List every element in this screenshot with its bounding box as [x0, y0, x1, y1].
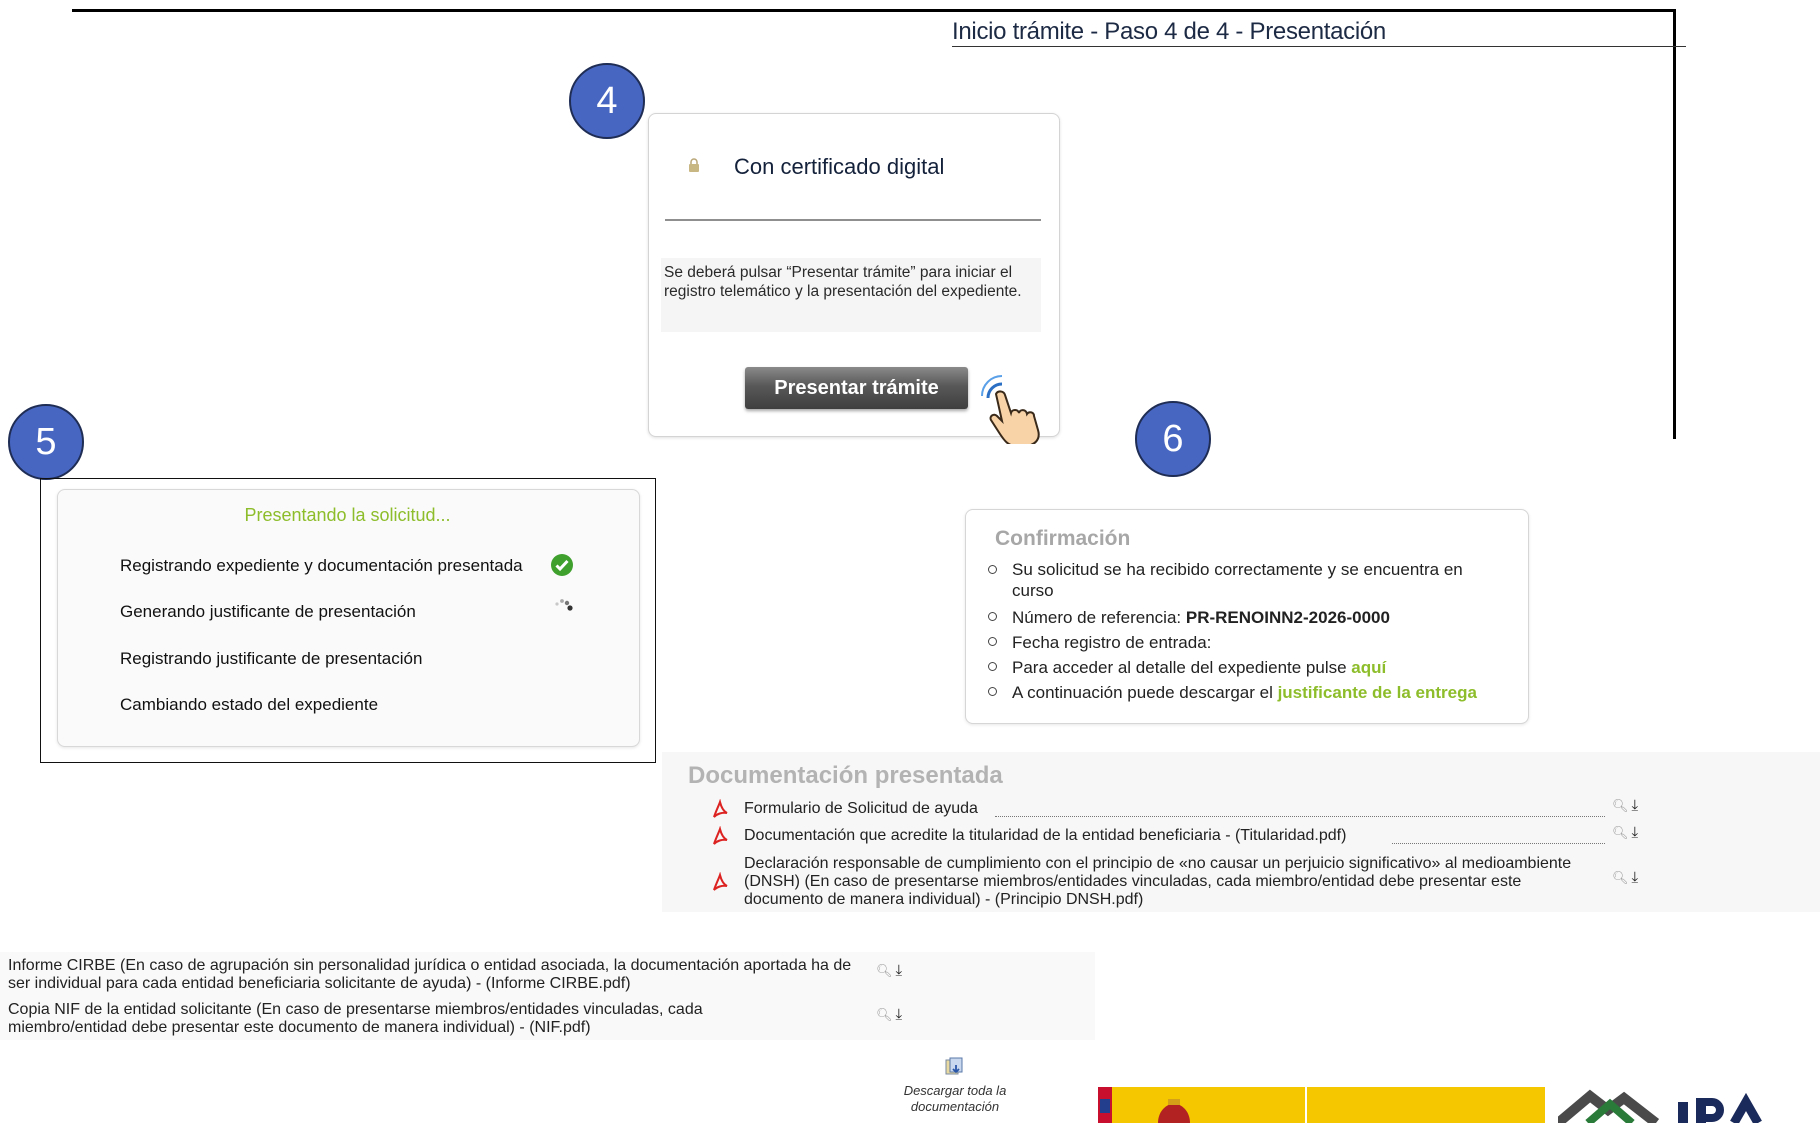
check-circle-icon — [551, 554, 573, 576]
presentar-tramite-button[interactable]: Presentar trámite — [745, 367, 968, 409]
step-badge-5: 5 — [8, 404, 84, 480]
download-icon[interactable]: ⤓ — [1632, 869, 1639, 886]
coat-of-arms-icon — [1158, 1099, 1190, 1123]
download-all-link[interactable]: Descargar toda la documentación — [880, 1083, 1030, 1115]
lock-icon — [689, 158, 699, 172]
instruction-text: Se deberá pulsar “Presentar trámite” par… — [664, 264, 1022, 300]
confirmation-item: Su solicitud se ha recibido correctament… — [988, 559, 1508, 601]
document-item[interactable]: Declaración responsable de cumplimiento … — [744, 855, 1596, 909]
progress-step: Registrando justificante de presentación — [120, 649, 423, 668]
magnifier-icon[interactable]: 🔍︎ — [1612, 798, 1629, 813]
documents-title: Documentación presentada — [688, 762, 1003, 789]
magnifier-icon[interactable]: 🔍︎ — [876, 1007, 893, 1022]
dotted-leader — [1392, 842, 1605, 844]
agency-logo — [1558, 1089, 1762, 1123]
pdf-icon — [713, 799, 728, 818]
spinner-icon — [555, 599, 573, 611]
progress-step: Generando justificante de presentación — [120, 602, 416, 621]
dotted-leader — [995, 815, 1605, 817]
document-actions: 🔍︎ ⤓ — [1612, 797, 1638, 814]
magnifier-icon[interactable]: 🔍︎ — [876, 963, 893, 978]
magnifier-icon[interactable]: 🔍︎ — [1612, 870, 1629, 885]
hand-pointer-icon — [981, 375, 1040, 444]
magnifier-icon[interactable]: 🔍︎ — [1612, 825, 1629, 840]
confirmation-received-text: Su solicitud se ha recibido correctament… — [1012, 560, 1463, 600]
logo-divider — [1305, 1087, 1307, 1123]
document-actions: 🔍︎ ⤓ — [1612, 824, 1638, 841]
download-icon[interactable]: ⤓ — [1632, 824, 1639, 841]
receipt-download-link[interactable]: justificante de la entrega — [1278, 683, 1477, 702]
download-icon[interactable]: ⤓ — [896, 1006, 903, 1023]
divider — [665, 219, 1041, 221]
document-item[interactable]: Documentación que acredite la titularida… — [744, 827, 1346, 845]
progress-step: Cambiando estado del expediente — [120, 695, 379, 714]
progress-title: Presentando la solicitud... — [244, 505, 451, 525]
document-actions: 🔍︎ ⤓ — [1612, 869, 1638, 886]
step-badge-6: 6 — [1135, 401, 1211, 477]
download-icon[interactable]: ⤓ — [896, 962, 903, 979]
entry-date-label: Fecha registro de entrada: — [1012, 633, 1212, 652]
document-item[interactable]: Formulario de Solicitud de ayuda — [744, 800, 978, 818]
confirmation-item: A continuación puede descargar el justif… — [988, 682, 1477, 703]
progress-step: Registrando expediente y documentación p… — [120, 556, 523, 575]
document-actions: 🔍︎ ⤓ — [876, 962, 902, 979]
download-all-icon[interactable] — [944, 1057, 966, 1077]
document-item[interactable]: Informe CIRBE (En caso de agrupación sin… — [8, 957, 868, 993]
step-badge-4: 4 — [569, 63, 645, 139]
reference-label: Número de referencia: — [1012, 608, 1186, 627]
pdf-icon — [713, 826, 728, 845]
eu-flag-fragment — [1100, 1099, 1110, 1113]
detail-link[interactable]: aquí — [1351, 658, 1386, 677]
page-title: Inicio trámite - Paso 4 de 4 - Presentac… — [952, 18, 1686, 47]
reference-number: PR-RENOINN2-2026-0000 — [1185, 608, 1390, 627]
document-actions: 🔍︎ ⤓ — [876, 1006, 902, 1023]
confirmation-item: Fecha registro de entrada: — [988, 632, 1211, 653]
confirmation-item: Número de referencia: PR-RENOINN2-2026-0… — [988, 607, 1390, 628]
pdf-icon — [713, 872, 728, 891]
detail-text: Para acceder al detalle del expediente p… — [1012, 658, 1352, 677]
download-text: A continuación puede descargar el — [1012, 683, 1278, 702]
confirmation-item: Para acceder al detalle del expediente p… — [988, 657, 1386, 678]
document-item[interactable]: Copia NIF de la entidad solicitante (En … — [8, 1001, 808, 1037]
confirmation-title: Confirmación — [995, 527, 1131, 550]
download-icon[interactable]: ⤓ — [1632, 797, 1639, 814]
certificate-title: Con certificado digital — [734, 154, 945, 179]
